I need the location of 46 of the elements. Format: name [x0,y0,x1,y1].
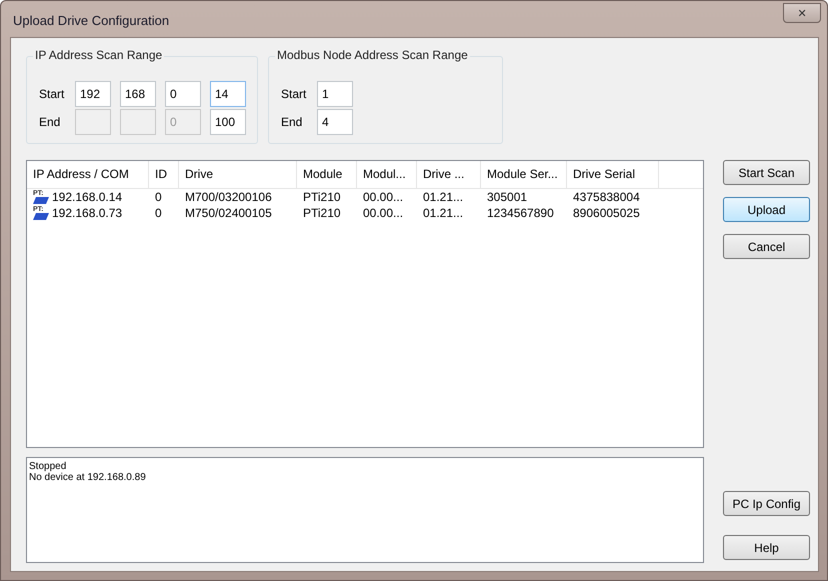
group-title: Modbus Node Address Scan Range [275,48,470,62]
table-cell-text: 00.00... [362,206,404,220]
table-cell-text: 01.21... [422,190,464,204]
dialog-button[interactable]: Help [723,535,810,560]
input-field[interactable]: 192 [75,81,111,107]
table-cell-text: 4375838004 [572,190,641,204]
column-header[interactable]: Drive Serial [567,161,659,188]
dialog-button[interactable]: Upload [723,197,810,222]
table-cell: 192.168.0.73 [52,206,122,220]
field-label: End [39,115,62,129]
window-title: Upload Drive Configuration [13,12,170,28]
table-cell-text: PTi210 [302,206,342,220]
column-header[interactable]: Drive ... [417,161,481,188]
column-header[interactable]: IP Address / COM [27,161,149,188]
log-line: No device at 192.168.0.89 [29,472,147,483]
input-field[interactable]: 100 [210,109,246,135]
group-title: IP Address Scan Range [33,48,164,62]
dialog-button[interactable]: PC Ip Config [723,491,810,516]
field-label: Start [281,87,308,101]
field-label: End [281,115,304,129]
dialog-button[interactable]: Start Scan [723,160,810,185]
column-header[interactable]: Module [297,161,357,188]
table-cell-text: M750/02400105 [184,206,273,220]
input-field[interactable]: 1 [317,81,353,107]
column-header[interactable]: Modul... [357,161,417,188]
table-cell: 192.168.0.14 [52,190,122,204]
table-cell-text: 1234567890 [486,206,555,220]
column-header[interactable]: Drive [179,161,297,188]
dialog-button[interactable]: Cancel [723,234,810,259]
field-label: Start [39,87,66,101]
column-header[interactable]: ID [149,161,179,188]
input-field[interactable]: 14 [210,81,246,107]
table-cell-text: 01.21... [422,206,464,220]
table-cell-text: 0 [154,206,163,220]
table-cell-text: 0 [154,190,163,204]
log-line: Stopped [29,461,68,472]
input-field[interactable]: 4 [317,109,353,135]
table-cell-text: 00.00... [362,190,404,204]
input-field[interactable]: 0 [165,81,201,107]
close-button[interactable]: ✕ [783,3,821,23]
column-header[interactable]: Module Ser... [481,161,567,188]
input-field[interactable]: 168 [120,81,156,107]
table-cell-text: 305001 [486,190,528,204]
table-cell-text: M700/03200106 [184,190,273,204]
table-cell-text: PTi210 [302,190,342,204]
table-cell-text: 8906005025 [572,206,641,220]
